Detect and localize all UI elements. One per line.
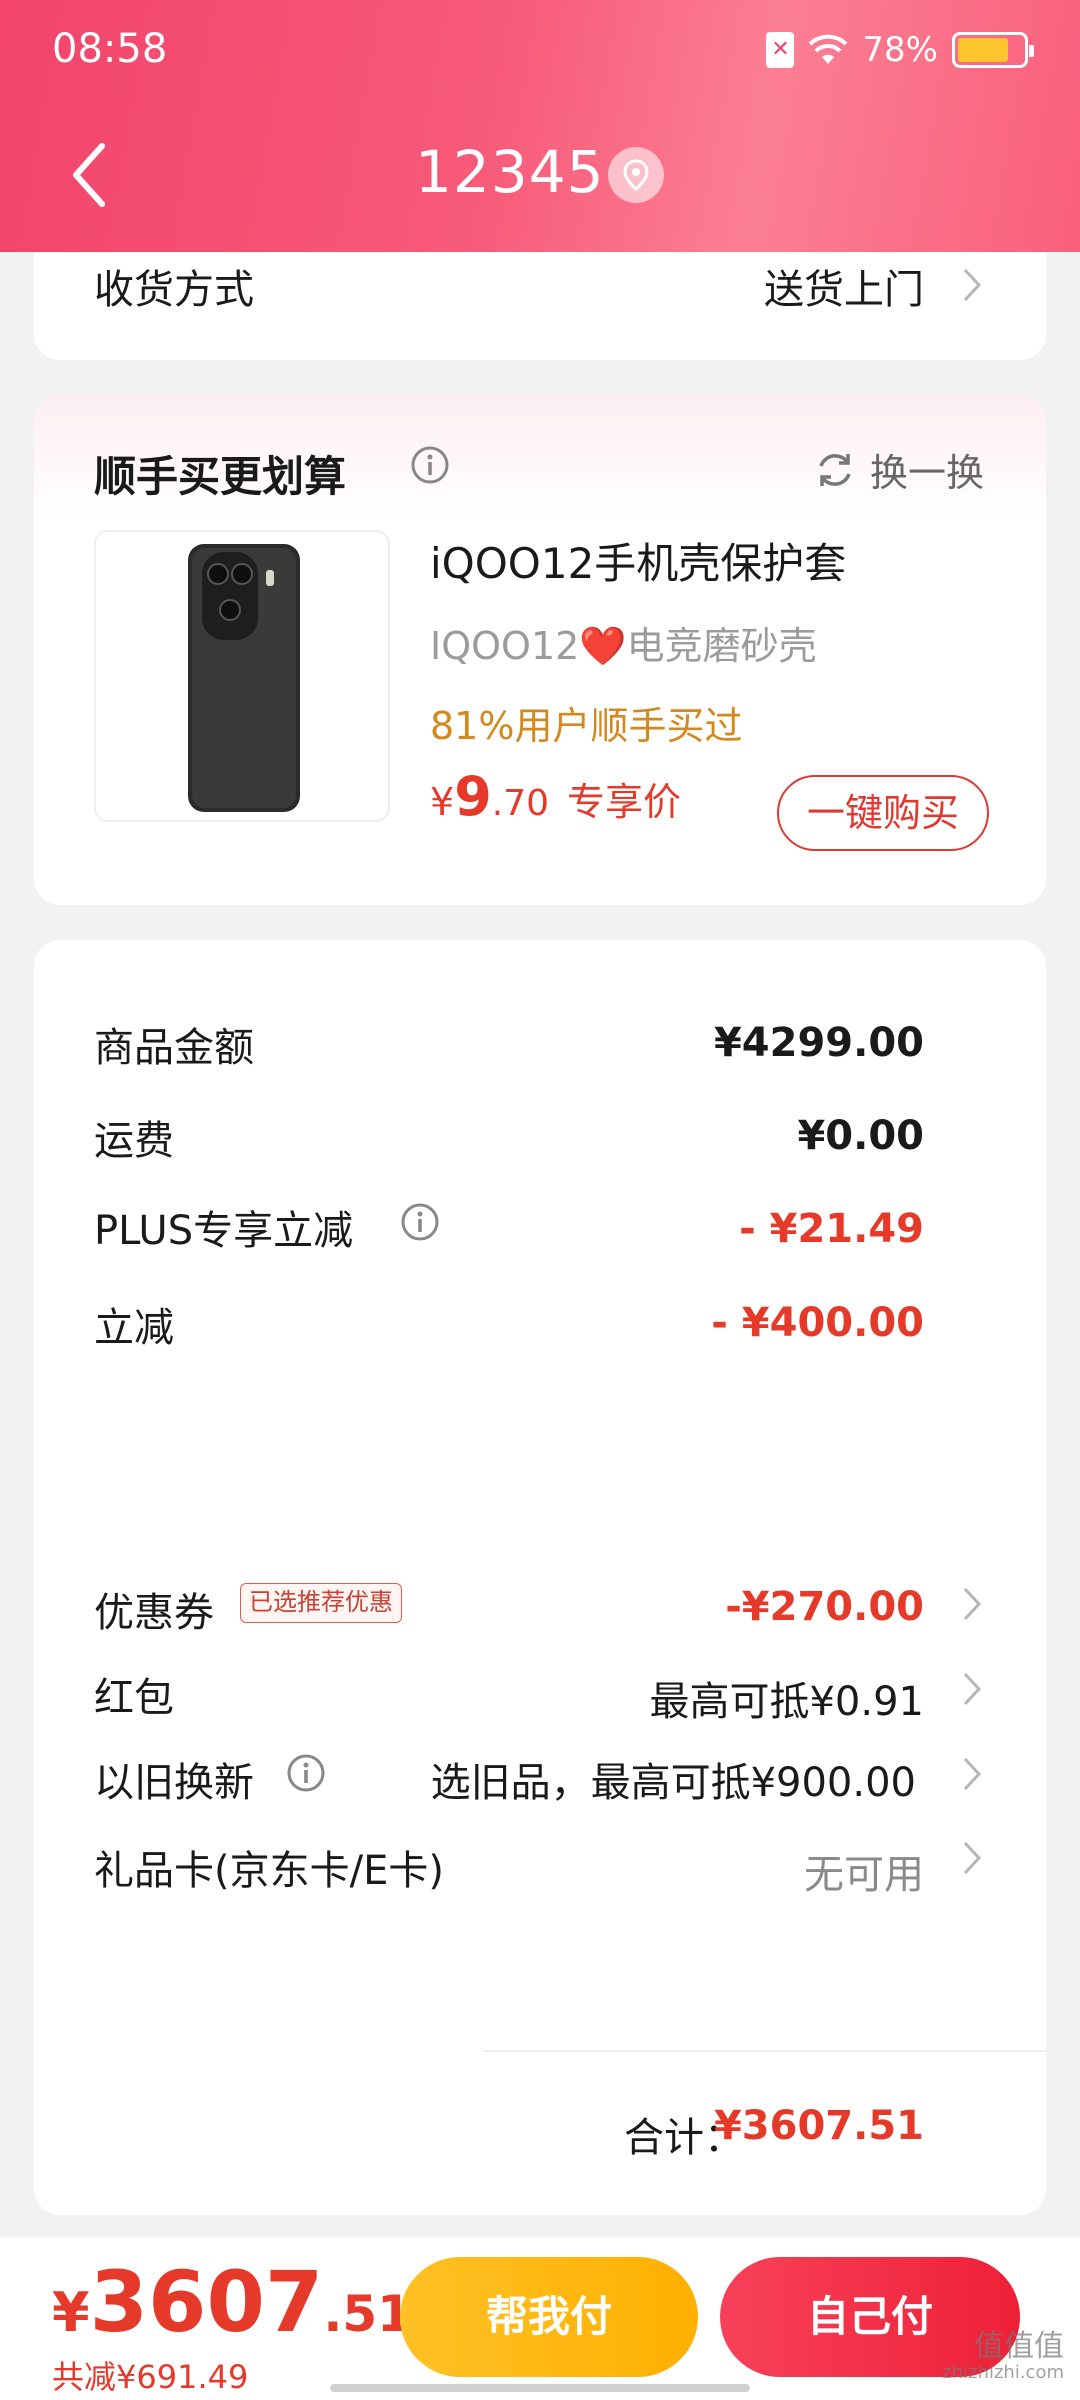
shipping-label: 运费 [94, 1118, 174, 1164]
coupon-badge: 已选推荐优惠 [240, 1583, 402, 1623]
goods-amount-label: 商品金额 [94, 1025, 254, 1071]
bought-stat: 81%用户顺手买过 [430, 704, 743, 748]
refresh-label: 换一换 [869, 451, 984, 495]
one-click-buy-button[interactable]: 一键购买 [777, 775, 989, 851]
location-pin-icon[interactable] [608, 147, 664, 203]
info-icon[interactable] [286, 1753, 326, 1793]
product-image[interactable] [94, 530, 390, 822]
product-name[interactable]: iQOO12手机壳保护套 [430, 530, 846, 591]
product-price: ¥9.70 专享价 [430, 765, 681, 828]
coupon-value: -¥270.00 [725, 1584, 924, 1630]
total-saved: 共减¥691.49 [52, 2358, 249, 2396]
refresh-icon [819, 453, 851, 486]
refresh-button[interactable]: 换一换 [814, 442, 984, 497]
instant-discount-label: 立减 [94, 1305, 174, 1351]
plus-discount-label: PLUS专享立减 [94, 1208, 354, 1254]
recommend-card: 顺手买更划算 换一换 iQOO12手机壳保护套 IQOO12❤️电竞磨砂壳 81… [34, 395, 1046, 905]
status-icons: ✕ 78% [766, 30, 1034, 70]
header-bar: 08:58 ✕ 78% 12345 [0, 0, 1080, 252]
trade-in-label: 以旧换新 [94, 1760, 254, 1806]
chevron-left-icon[interactable] [62, 140, 118, 210]
chevron-right-icon [963, 1672, 982, 1706]
gift-card-value: 无可用 [804, 1852, 924, 1898]
page-title[interactable]: 12345 [415, 138, 605, 206]
phone-case-image [188, 544, 300, 812]
pay-integer: 3607 [89, 2253, 324, 2351]
red-packet-label: 红包 [94, 1675, 174, 1721]
divider [484, 2050, 1046, 2052]
price-integer: 9 [454, 765, 492, 828]
watermark-main: 值值值 [974, 2329, 1064, 2364]
nav-bar: 12345 [0, 120, 1080, 230]
chevron-right-icon [963, 268, 982, 302]
shipping-value: ¥0.00 [797, 1113, 924, 1159]
gift-card-label: 礼品卡(京东卡/E卡) [94, 1848, 444, 1894]
instant-discount-value: - ¥400.00 [711, 1300, 924, 1346]
battery-level [958, 38, 1008, 62]
checkout-bar: ¥3607.51 共减¥691.49 帮我付 自己付 [0, 2237, 1080, 2400]
price-decimal: .70 [491, 783, 550, 824]
red-packet-value: 最高可抵¥0.91 [649, 1679, 924, 1725]
price-currency: ¥ [430, 780, 455, 824]
info-icon[interactable] [400, 1202, 440, 1242]
pay-currency: ¥ [52, 2281, 90, 2344]
delivery-label: 收货方式 [94, 267, 254, 313]
goods-amount-value: ¥4299.00 [713, 1020, 924, 1066]
home-indicator[interactable] [330, 2384, 750, 2392]
battery-icon [952, 32, 1034, 68]
recommend-title: 顺手买更划算 [94, 452, 347, 501]
watermark-sub: zhizhizhi.com [942, 2362, 1064, 2383]
chevron-right-icon [963, 1587, 982, 1621]
subtitle-prefix: IQOO12 [430, 624, 580, 668]
chevron-right-icon [963, 1757, 982, 1791]
status-time: 08:58 [52, 26, 168, 72]
trade-in-value: 选旧品，最高可抵¥900.00 [430, 1760, 916, 1806]
product-subtitle: IQOO12❤️电竞磨砂壳 [430, 615, 817, 670]
coupon-label: 优惠券 [94, 1590, 214, 1636]
plus-discount-value: - ¥21.49 [739, 1206, 924, 1252]
status-bar: 08:58 ✕ 78% [0, 0, 1080, 100]
heart-icon: ❤️ [579, 624, 627, 668]
site-watermark: 值值值 zhizhizhi.com [942, 2330, 1064, 2383]
help-me-pay-button[interactable]: 帮我付 [400, 2257, 698, 2377]
subtitle-suffix: 电竞磨砂壳 [626, 624, 817, 668]
total-value: ¥3607.51 [713, 2103, 924, 2149]
price-tag: 专享价 [567, 780, 682, 824]
no-sim-icon: ✕ [766, 32, 795, 68]
pay-amount: ¥3607.51 [52, 2253, 412, 2351]
chevron-right-icon [963, 1841, 982, 1875]
pay-decimal: .51 [323, 2285, 412, 2343]
info-icon[interactable] [410, 445, 450, 485]
delivery-value: 送货上门 [764, 267, 924, 313]
wifi-icon [809, 34, 848, 64]
battery-percent: 78% [862, 30, 938, 70]
order-summary-card: 商品金额 ¥4299.00 运费 ¥0.00 PLUS专享立减 - ¥21.49… [34, 940, 1046, 2215]
